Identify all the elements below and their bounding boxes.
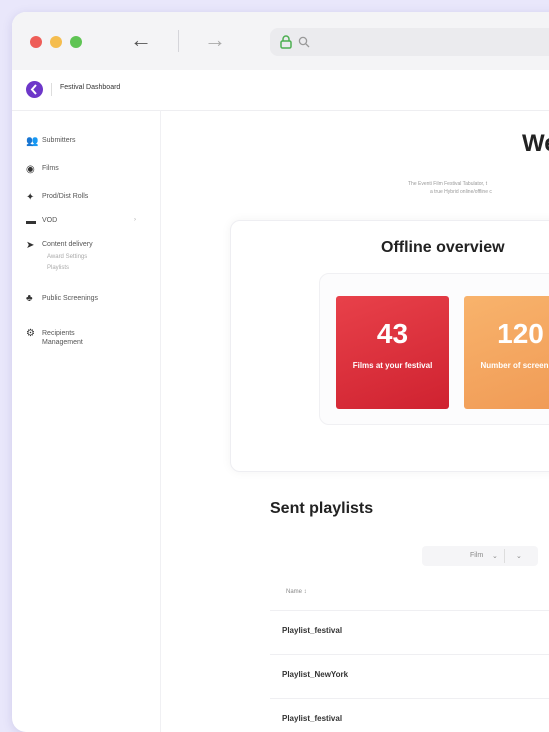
settings-people-icon: ⚙ — [26, 329, 42, 338]
stat-card-films[interactable]: 43 Films at your festival — [336, 296, 449, 409]
search-icon — [298, 36, 310, 48]
main-content: We The Eventi Film Festival Tabulator, t… — [160, 110, 549, 732]
playlist-name: Playlist_festival — [282, 626, 342, 635]
stat-label: Number of screening pl — [481, 360, 549, 372]
intro-line: The Eventi Film Festival Tabulator, t — [408, 180, 492, 188]
arrow-right-icon[interactable]: → — [204, 27, 226, 53]
intro-text: The Eventi Film Festival Tabulator, t a … — [408, 180, 492, 196]
column-header-name[interactable]: Name ↕ — [286, 589, 307, 595]
page-title: We — [522, 130, 549, 158]
toolbar-divider — [178, 30, 179, 52]
sidebar-item-submitters[interactable]: 👥 Submitters — [26, 137, 75, 146]
table-row[interactable]: Playlist_festival — [270, 698, 549, 732]
chevron-down-icon: ⌄ — [492, 552, 498, 560]
sidebar-item-vod[interactable]: ▬ VOD › — [26, 217, 57, 226]
table-row[interactable]: Playlist_festival — [270, 610, 549, 651]
table-row[interactable]: Playlist_NewYork — [270, 654, 549, 695]
stats-panel: 43 Films at your festival 120 Number of … — [319, 273, 549, 425]
chevron-left-icon — [26, 81, 43, 98]
sidebar-item-content-delivery[interactable]: ➤ Content delivery — [26, 241, 93, 250]
sent-playlists-title: Sent playlists — [270, 500, 373, 518]
maximize-window-button[interactable] — [70, 36, 82, 48]
group-icon: ♣ — [26, 294, 42, 303]
sidebar-item-prod-dist-rolls[interactable]: ✦ Prod/Dist Rolls — [26, 193, 88, 202]
intro-line: a true Hybrid online/offline c — [408, 188, 492, 196]
stat-value: 43 — [336, 318, 449, 350]
sidebar-item-label: VOD — [42, 217, 57, 224]
filter-label: Film — [470, 552, 483, 559]
film-reel-icon: ◉ — [26, 165, 42, 174]
close-window-button[interactable] — [30, 36, 42, 48]
offline-overview-card: Offline overview 43 Films at your festiv… — [230, 220, 549, 472]
browser-toolbar: ← → — [12, 12, 549, 71]
sidebar-item-recipients-management[interactable]: ⚙ Recipients Management — [26, 329, 100, 347]
sidebar-item-films[interactable]: ◉ Films — [26, 165, 59, 174]
playlist-name: Playlist_festival — [282, 714, 342, 723]
lock-icon — [280, 35, 292, 49]
sidebar: 👥 Submitters ◉ Films ✦ Prod/Dist Rolls ▬… — [12, 110, 161, 732]
browser-window: ← → Festival Dashboard 👥 Submitters — [12, 12, 549, 732]
megaphone-icon: ✦ — [26, 193, 42, 202]
sidebar-item-label: Prod/Dist Rolls — [42, 193, 88, 200]
screen-icon: ▬ — [26, 217, 42, 226]
sidebar-item-label: Films — [42, 165, 59, 172]
minimize-window-button[interactable] — [50, 36, 62, 48]
send-icon: ➤ — [26, 241, 42, 250]
users-icon: 👥 — [26, 137, 42, 146]
header-divider — [51, 83, 52, 96]
sidebar-item-label: Submitters — [42, 137, 75, 144]
stat-label: Films at your festival — [353, 360, 433, 372]
filter-divider — [504, 549, 505, 563]
arrow-left-icon[interactable]: ← — [130, 27, 152, 53]
app-logo[interactable] — [26, 81, 43, 98]
app-header: Festival Dashboard — [12, 70, 549, 111]
address-bar[interactable] — [270, 28, 549, 56]
film-filter-select[interactable]: Film ⌄ ⌄ — [422, 546, 538, 566]
sidebar-item-label: Recipients Management — [42, 329, 100, 347]
stat-value: 120 — [464, 318, 549, 350]
sidebar-item-public-screenings[interactable]: ♣ Public Screenings — [26, 294, 100, 303]
chevron-down-icon: ⌄ — [516, 552, 522, 560]
sidebar-subitem-playlists[interactable]: Playlists — [47, 265, 69, 271]
playlist-name: Playlist_NewYork — [282, 670, 348, 679]
sidebar-item-label: Content delivery — [42, 241, 93, 248]
sidebar-item-label: Public Screenings — [42, 294, 100, 303]
chevron-right-icon: › — [134, 217, 136, 223]
stat-card-screening-places[interactable]: 120 Number of screening pl — [464, 296, 549, 409]
overview-title: Offline overview — [381, 239, 505, 257]
app-title: Festival Dashboard — [60, 84, 120, 91]
sidebar-subitem-award-settings[interactable]: Award Settings — [47, 254, 87, 260]
